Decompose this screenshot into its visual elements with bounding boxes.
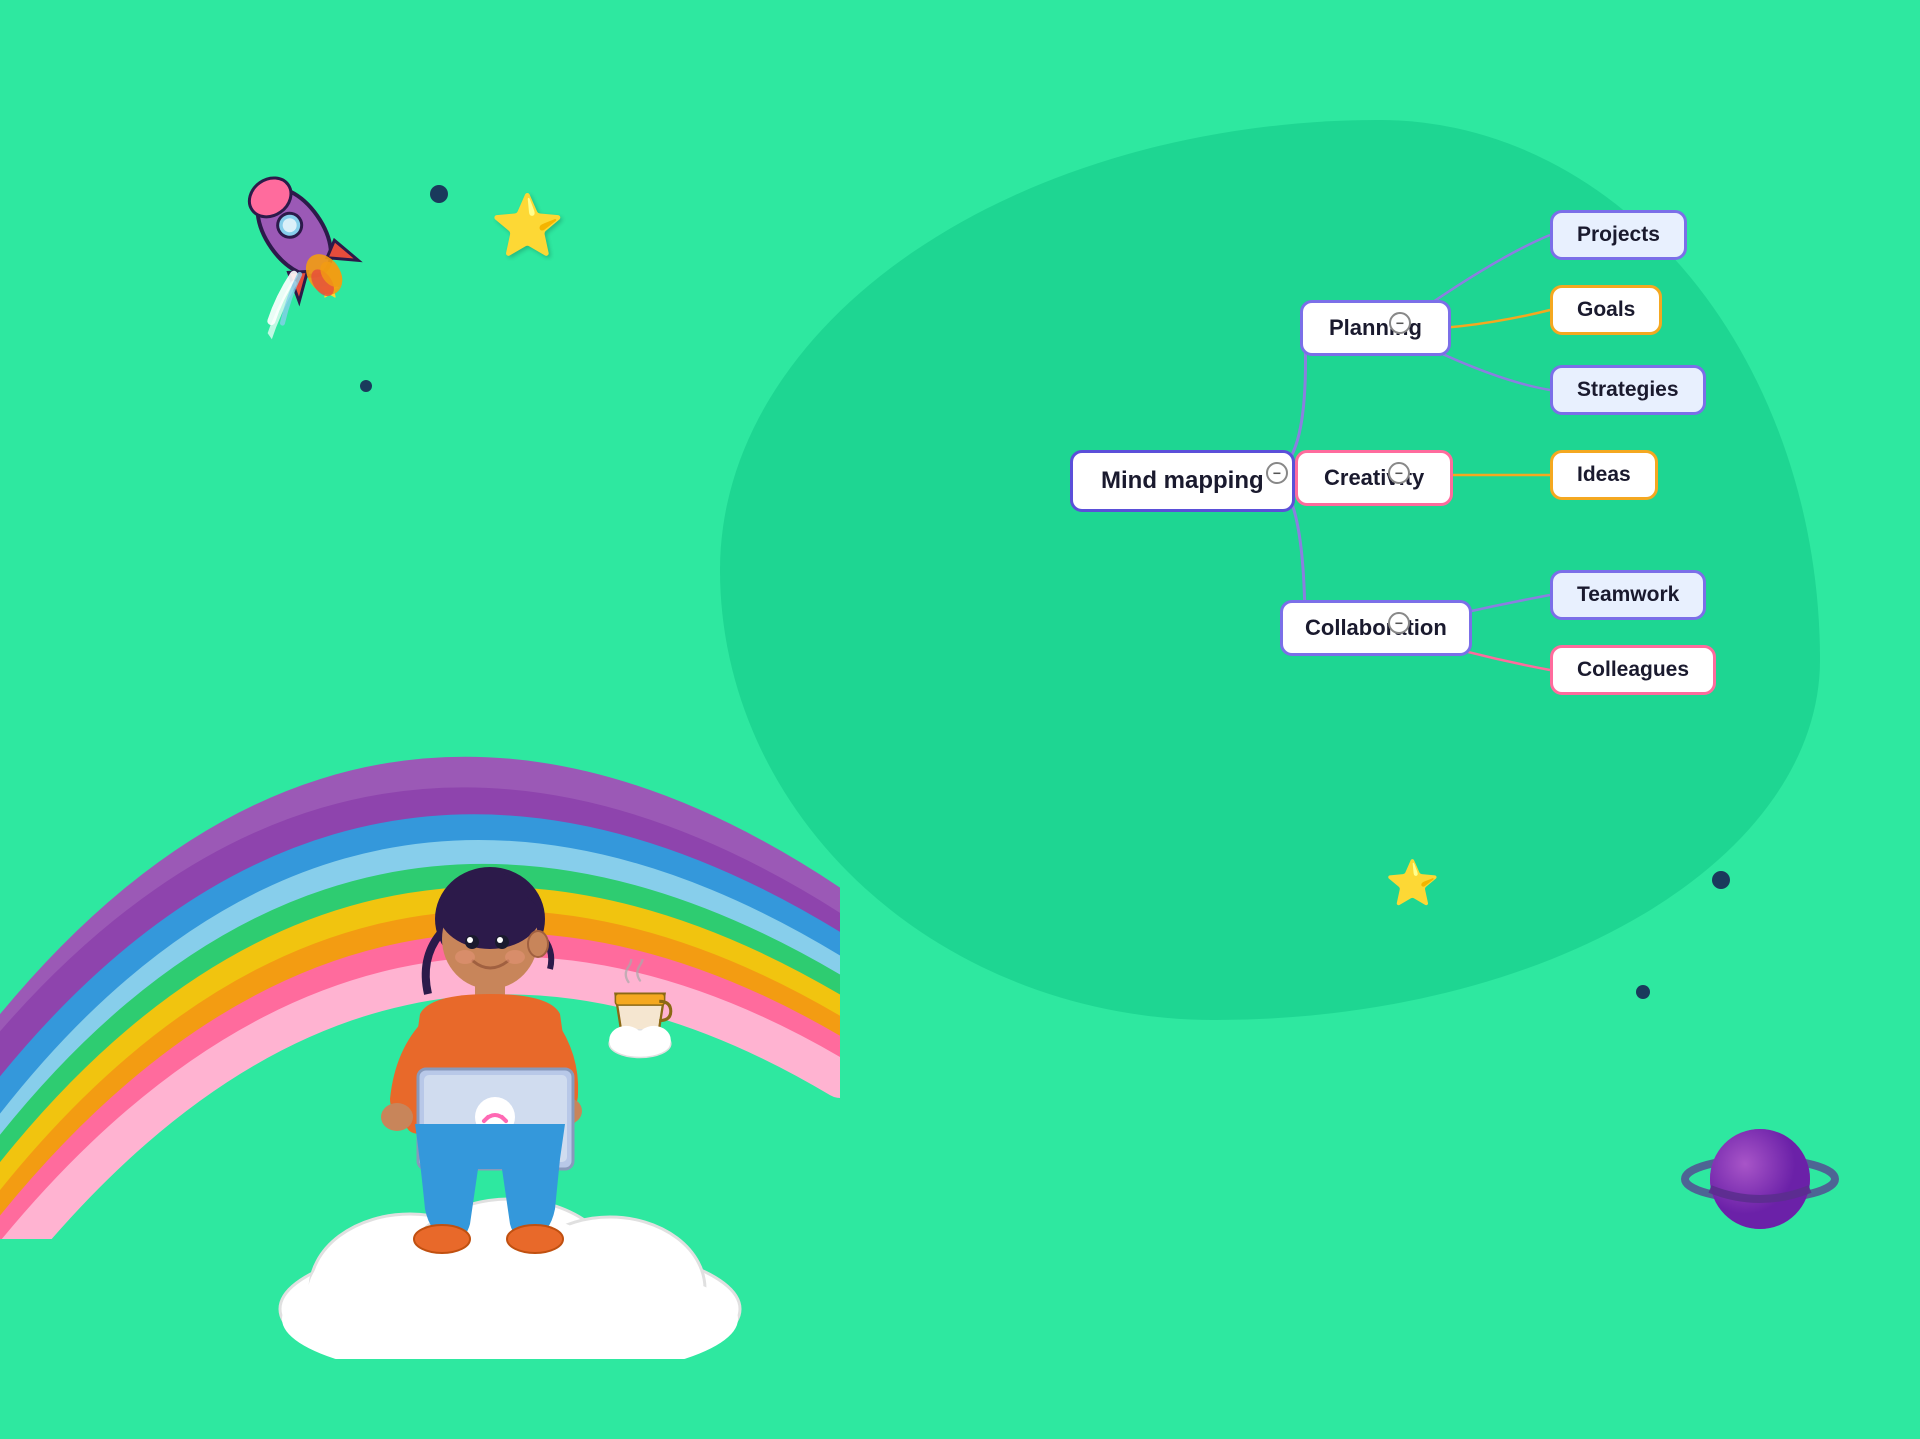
mindmap-planning-node: Planning <box>1300 300 1451 356</box>
mindmap-creativity-node: Creativity <box>1295 450 1453 506</box>
dot-4 <box>1712 871 1730 889</box>
collapse-collaboration[interactable]: − <box>1388 612 1410 634</box>
mindmap-goals-node: Goals <box>1550 285 1662 335</box>
mindmap-ideas-node: Ideas <box>1550 450 1658 500</box>
coffee-cloud <box>600 959 680 1059</box>
mindmap: Mind mapping − Planning − Creativity − C… <box>1070 180 1770 780</box>
dot-1 <box>430 185 448 203</box>
mindmap-colleagues-node: Colleagues <box>1550 645 1716 695</box>
mindmap-strategies-node: Strategies <box>1550 365 1706 415</box>
star-top-center: ⭐ <box>490 190 565 261</box>
dot-2 <box>360 380 372 392</box>
mindmap-teamwork-node: Teamwork <box>1550 570 1706 620</box>
mindmap-projects-node: Projects <box>1550 210 1687 260</box>
collapse-creativity[interactable]: − <box>1388 462 1410 484</box>
dot-3 <box>1636 985 1650 999</box>
character <box>340 839 640 1259</box>
mindmap-center-node: Mind mapping <box>1070 450 1295 512</box>
rocket <box>189 129 412 352</box>
star-bottom-right: ⭐ <box>1385 857 1440 909</box>
collapse-center[interactable]: − <box>1266 462 1288 484</box>
collapse-planning[interactable]: − <box>1389 312 1411 334</box>
mindmap-collaboration-node: Collaboration <box>1280 600 1472 656</box>
planet <box>1680 1099 1840 1259</box>
